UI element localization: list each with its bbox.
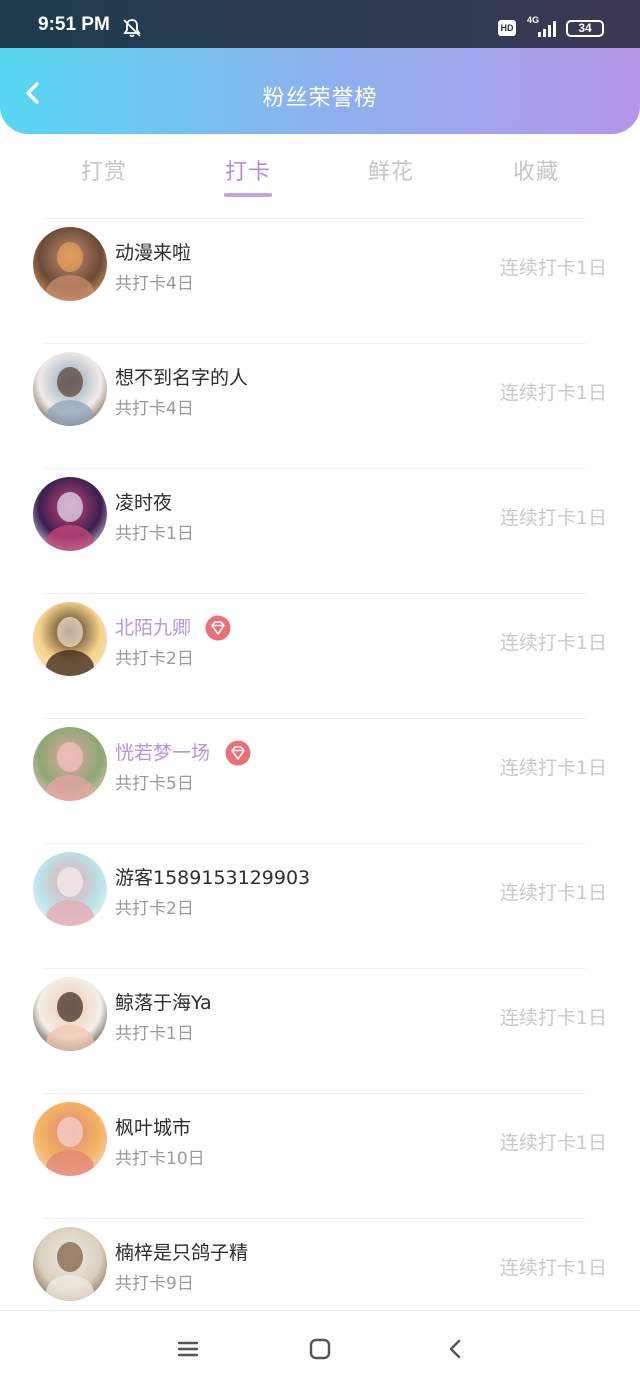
avatar[interactable] [33,727,107,801]
tab-label: 打卡 [224,160,271,185]
fan-list-item[interactable]: 北陌九卿共打卡2日 连续打卡1日 [0,593,640,718]
user-name[interactable]: 游客1589153129903 [115,863,310,890]
fan-list-item[interactable]: 动漫来啦共打卡4日 连续打卡1日 [0,218,640,343]
avatar-image [33,1102,107,1176]
total-checkin-days: 共打卡2日 [115,899,194,919]
active-tab-indicator [224,193,272,197]
user-name[interactable]: 凌时夜 [115,488,172,515]
avatar[interactable] [33,1102,107,1176]
consecutive-checkin-days: 连续打卡1日 [499,882,607,904]
status-time: 9:51 PM [38,14,110,35]
signal-icon [538,21,556,37]
fan-list-item[interactable]: 想不到名字的人共打卡4日 连续打卡1日 [0,343,640,468]
user-name[interactable]: 枫叶城市 [115,1113,191,1140]
fan-ranking-list: 动漫来啦 共打卡4日 连续打卡1日 想不到名字的人 共打卡4日 连续打卡1日 凌时夜 共打卡1… [0,218,640,1343]
consecutive-checkin-days: 连续打卡1日 [499,257,607,279]
vip-diamond-icon [225,740,250,766]
battery-indicator: 34 [566,20,604,37]
row-divider [44,718,586,719]
hd-badge: HD [498,20,516,36]
avatar-image [33,477,107,551]
fan-list-item[interactable]: 游客1589153129903 共打卡2日 连续打卡1日 [0,843,640,968]
avatar-image [33,1227,107,1301]
avatar-image [33,727,107,801]
total-checkin-days: 共打卡4日 [115,399,194,419]
header: 粉丝荣誉榜 [0,48,640,134]
tab-flowers[interactable]: 鲜花 [341,154,441,186]
status-bar: 9:51 PM HD 4G 34 [0,0,640,48]
consecutive-checkin-days: 连续打卡1日 [499,1007,607,1029]
user-name[interactable]: 动漫来啦 [115,238,191,265]
avatar[interactable] [33,602,107,676]
consecutive-checkin-days: 连续打卡1日 [499,507,607,529]
consecutive-checkin-days: 连续打卡1日 [499,1257,607,1279]
avatar[interactable] [33,477,107,551]
consecutive-checkin-days: 连续打卡1日 [499,1132,607,1154]
bell-muted-icon [123,19,141,38]
total-checkin-days: 共打卡5日 [115,774,194,794]
recent-apps-icon[interactable] [176,1338,200,1360]
tab-label: 收藏 [512,160,559,185]
avatar[interactable] [33,352,107,426]
total-checkin-days: 共打卡10日 [115,1149,205,1169]
user-name[interactable]: 恍若梦一场 [115,738,210,765]
row-divider [44,843,586,844]
row-divider [44,968,586,969]
tab-label: 打赏 [80,160,127,185]
tab-bar: 打赏 打卡 鲜花 收藏 [0,134,640,204]
consecutive-checkin-days: 连续打卡1日 [499,632,607,654]
total-checkin-days: 共打卡1日 [115,524,194,544]
total-checkin-days: 共打卡1日 [115,1024,194,1044]
consecutive-checkin-days: 连续打卡1日 [499,382,607,404]
tab-label: 鲜花 [367,160,414,185]
user-name[interactable]: 想不到名字的人 [115,363,248,390]
avatar-image [33,602,107,676]
avatar[interactable] [33,852,107,926]
back-icon[interactable] [444,1337,466,1361]
total-checkin-days: 共打卡9日 [115,1274,194,1294]
total-checkin-days: 共打卡2日 [115,649,194,669]
row-divider [44,1093,586,1094]
vip-diamond-icon [205,615,231,641]
total-checkin-days: 共打卡4日 [115,274,194,294]
page-title: 粉丝荣誉榜 [262,86,378,111]
fan-list-item[interactable]: 鲸落于海Ya 共打卡1日 连续打卡1日 [0,968,640,1093]
row-divider [44,218,586,219]
row-divider [44,593,586,594]
user-name[interactable]: 北陌九卿 [115,613,191,640]
avatar[interactable] [33,977,107,1051]
fan-list-item[interactable]: 枫叶城市共打卡10日 连续打卡1日 [0,1093,640,1218]
tab-favorites[interactable]: 收藏 [486,154,586,186]
user-name[interactable]: 鲸落于海Ya [115,988,212,1015]
row-divider [44,1218,586,1219]
row-divider [44,468,586,469]
tab-tip[interactable]: 打赏 [54,154,154,186]
avatar-image [33,352,107,426]
avatar[interactable] [33,227,107,301]
avatar-image [33,977,107,1051]
battery-level: 34 [578,21,592,35]
avatar-image [33,227,107,301]
home-icon[interactable] [308,1337,332,1361]
avatar-image [33,852,107,926]
tab-checkin[interactable]: 打卡 [198,154,298,197]
consecutive-checkin-days: 连续打卡1日 [499,757,607,779]
avatar[interactable] [33,1227,107,1301]
system-nav-bar [0,1310,640,1387]
row-divider [44,343,586,344]
fan-list-item[interactable]: 凌时夜共打卡1日 连续打卡1日 [0,468,640,593]
user-name[interactable]: 楠梓是只鸽子精 [115,1238,248,1265]
fan-list-item[interactable]: 恍若梦一场共打卡5日 连续打卡1日 [0,718,640,843]
